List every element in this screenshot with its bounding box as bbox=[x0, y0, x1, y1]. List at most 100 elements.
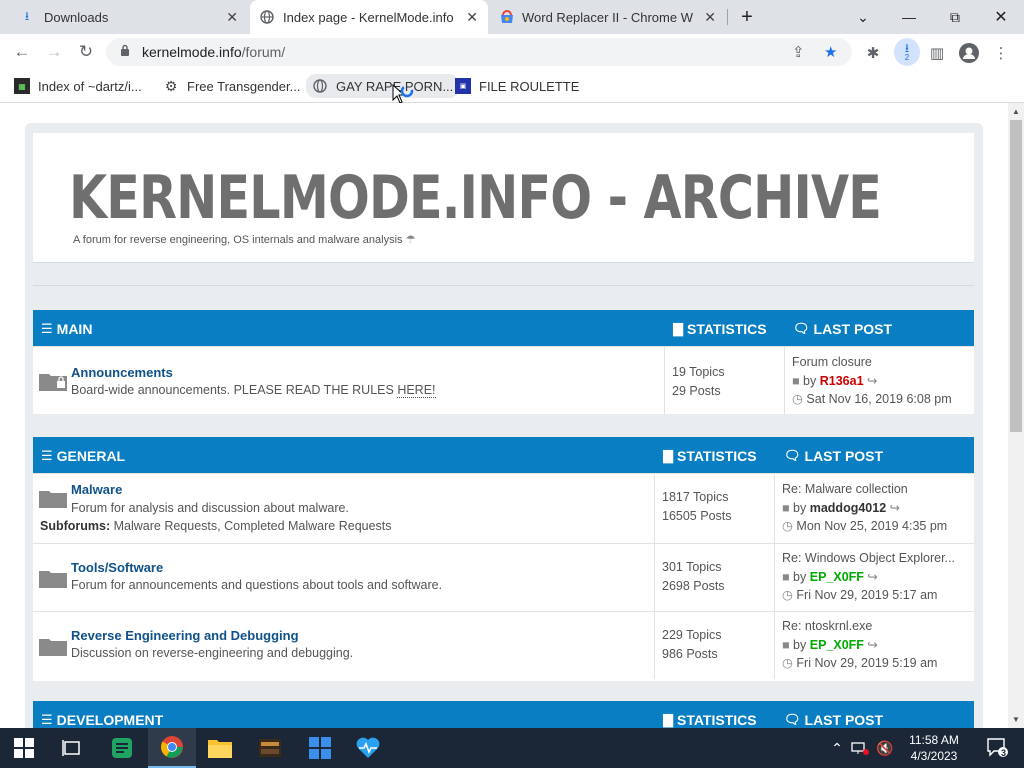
posts-count: 16505 Posts bbox=[662, 509, 732, 523]
comments-icon: 🗨 bbox=[784, 448, 801, 463]
taskbar-app-sheets[interactable] bbox=[98, 728, 146, 768]
last-post-date: ◷ Fri Nov 29, 2019 5:17 am bbox=[782, 586, 955, 605]
reload-button[interactable]: ↻ bbox=[74, 40, 98, 64]
folder-app-icon bbox=[208, 740, 232, 758]
task-view-button[interactable] bbox=[48, 728, 96, 768]
column-divider bbox=[654, 474, 655, 543]
tab-kernelmode[interactable]: Index page - KernelMode.info ✕ bbox=[250, 0, 488, 34]
statistics-header: ▇ STATISTICS bbox=[663, 712, 757, 728]
last-post-title[interactable]: Re: ntoskrnl.exe bbox=[782, 617, 937, 636]
menu-icon[interactable]: ⋮ bbox=[990, 42, 1012, 64]
last-post-date-text: Sat Nov 16, 2019 6:08 pm bbox=[806, 392, 952, 406]
username-link[interactable]: EP_X0FF bbox=[810, 570, 864, 584]
bookmark-item[interactable]: ▣ FILE ROULETTE bbox=[455, 76, 579, 96]
scrollbar-thumb[interactable] bbox=[1010, 120, 1022, 432]
umbrella-icon: ☂ bbox=[405, 234, 416, 246]
taskbar-app-chrome[interactable] bbox=[148, 728, 196, 768]
network-icon[interactable] bbox=[848, 728, 872, 768]
share-icon[interactable]: ⇪ bbox=[792, 43, 805, 61]
last-post: Re: Windows Object Explorer... ■ by EP_X… bbox=[782, 549, 955, 605]
forum-title-link[interactable]: Reverse Engineering and Debugging bbox=[71, 628, 299, 643]
address-bar[interactable]: kernelmode.info/forum/ ⇪ ★ bbox=[106, 38, 852, 66]
tray-overflow-icon[interactable]: ⌃ bbox=[826, 728, 848, 768]
column-divider bbox=[654, 612, 655, 679]
category-title[interactable]: ☰ MAIN bbox=[41, 321, 92, 337]
tab-downloads[interactable]: ⭳ Downloads ✕ bbox=[0, 0, 248, 34]
forward-button[interactable]: → bbox=[42, 40, 66, 64]
last-post-title[interactable]: Forum closure bbox=[792, 353, 952, 372]
forum-title-link[interactable]: Tools/Software bbox=[71, 560, 163, 575]
bookmark-star-icon[interactable]: ★ bbox=[824, 43, 837, 61]
lock-icon[interactable] bbox=[120, 44, 130, 59]
profile-avatar[interactable] bbox=[958, 42, 980, 64]
clock-icon: ◷ bbox=[792, 392, 803, 406]
minimize-button[interactable]: — bbox=[886, 0, 932, 34]
back-button[interactable]: ← bbox=[10, 40, 34, 64]
close-icon[interactable]: ✕ bbox=[466, 9, 478, 26]
rules-link[interactable]: HERE! bbox=[397, 383, 436, 398]
posts-count: 29 Posts bbox=[672, 384, 721, 398]
side-panel-icon[interactable]: ▥ bbox=[926, 42, 948, 64]
view-post-icon[interactable]: ↪ bbox=[867, 638, 877, 652]
chrome-webstore-icon bbox=[500, 10, 514, 24]
last-post-author: ■ by EP_X0FF ↪ bbox=[782, 568, 955, 587]
column-divider bbox=[774, 544, 775, 611]
view-post-icon[interactable]: ↪ bbox=[867, 570, 877, 584]
last-post-title[interactable]: Re: Windows Object Explorer... bbox=[782, 549, 955, 568]
tab-search-button[interactable]: ⌄ bbox=[840, 0, 886, 34]
notification-center-button[interactable]: 3 bbox=[978, 728, 1018, 768]
tab-word-replacer[interactable]: Word Replacer II - Chrome W ✕ bbox=[490, 0, 726, 34]
close-icon[interactable]: ✕ bbox=[704, 9, 716, 26]
subforums-label: Subforums: bbox=[40, 519, 111, 533]
folder-locked-icon bbox=[39, 374, 67, 391]
start-button[interactable] bbox=[0, 728, 48, 768]
bookmark-item[interactable]: ▦ Index of ~dartz/i... bbox=[14, 76, 142, 96]
category-title[interactable]: ☰ GENERAL bbox=[41, 448, 125, 464]
subforums-links[interactable]: Malware Requests, Completed Malware Requ… bbox=[114, 519, 392, 533]
clock-icon: ◷ bbox=[782, 656, 793, 670]
forum-title-link[interactable]: Announcements bbox=[71, 365, 173, 380]
scroll-down-arrow[interactable]: ▼ bbox=[1008, 712, 1024, 726]
category-name: GENERAL bbox=[56, 448, 126, 464]
topics-count: 229 Topics bbox=[662, 628, 722, 642]
category-name: MAIN bbox=[56, 321, 93, 337]
last-post-date: ◷ Fri Nov 29, 2019 5:19 am bbox=[782, 654, 937, 673]
forum-title-link[interactable]: Malware bbox=[71, 482, 122, 497]
statistics-label: STATISTICS bbox=[677, 448, 757, 464]
username-link[interactable]: EP_X0FF bbox=[810, 638, 864, 652]
taskbar-app-store[interactable] bbox=[296, 728, 344, 768]
bookmark-item[interactable]: ⚙ Free Transgender... bbox=[163, 76, 301, 96]
close-icon[interactable]: ✕ bbox=[226, 9, 238, 26]
clock[interactable]: 11:58 AM 4/3/2023 bbox=[900, 728, 968, 768]
close-window-button[interactable]: ✕ bbox=[978, 0, 1024, 34]
bar-chart-icon: ▇ bbox=[663, 712, 673, 727]
folder-icon bbox=[39, 639, 67, 656]
last-post-header: 🗨 LAST POST bbox=[784, 712, 883, 728]
last-post-date-text: Fri Nov 29, 2019 5:19 am bbox=[796, 656, 938, 670]
scroll-up-arrow[interactable]: ▲ bbox=[1008, 104, 1024, 118]
site-description-text: A forum for reverse engineering, OS inte… bbox=[73, 234, 403, 246]
posts-count: 986 Posts bbox=[662, 647, 718, 661]
username-link[interactable]: maddog4012 bbox=[810, 501, 886, 515]
volume-icon[interactable]: 🔇 bbox=[873, 728, 897, 768]
extensions-icon[interactable]: ✱ bbox=[862, 42, 884, 64]
last-post-title[interactable]: Re: Malware collection bbox=[782, 480, 947, 499]
bar-chart-icon: ▇ bbox=[663, 448, 673, 463]
view-post-icon[interactable]: ↪ bbox=[867, 374, 877, 388]
taskbar-app-health[interactable] bbox=[344, 728, 392, 768]
new-tab-button[interactable]: + bbox=[726, 0, 768, 34]
site-title[interactable]: KERNELMODE.INFO - ARCHIVE bbox=[69, 163, 882, 233]
taskbar-app-explorer[interactable] bbox=[196, 728, 244, 768]
restore-button[interactable]: ⧉ bbox=[932, 0, 978, 34]
taskbar-app-misc[interactable] bbox=[246, 728, 294, 768]
view-post-icon[interactable]: ↪ bbox=[890, 501, 900, 515]
last-post-author: ■ by EP_X0FF ↪ bbox=[782, 636, 937, 655]
bookmark-item[interactable]: GAY RAPE PORN... bbox=[306, 74, 460, 98]
username-link[interactable]: R136a1 bbox=[820, 374, 864, 388]
bookmarks-bar: ▦ Index of ~dartz/i... ⚙ Free Transgende… bbox=[0, 70, 1024, 104]
site-description: A forum for reverse engineering, OS inte… bbox=[73, 233, 416, 246]
topics-count: 301 Topics bbox=[662, 560, 722, 574]
downloads-icon[interactable]: ⭳ 2 bbox=[894, 38, 920, 66]
category-general: ☰ GENERAL ▇ STATISTICS 🗨 LAST POST Malware … bbox=[33, 437, 974, 681]
category-title[interactable]: ☰ DEVELOPMENT bbox=[41, 712, 163, 728]
